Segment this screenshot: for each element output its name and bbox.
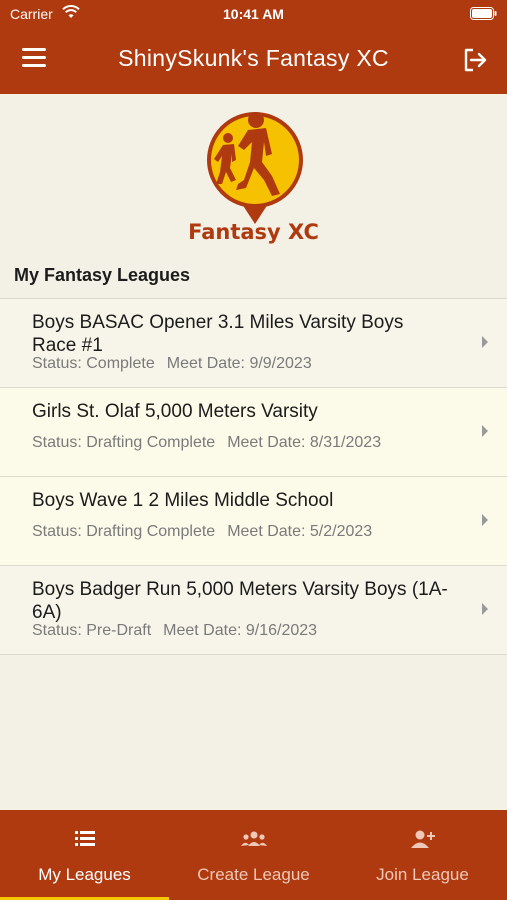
- league-status: Status: Drafting Complete: [32, 434, 216, 451]
- chevron-right-icon: [482, 336, 488, 348]
- league-meta: Status: Drafting Complete Meet Date: 5/2/…: [32, 523, 372, 541]
- league-date: Meet Date: 9/9/2023: [166, 355, 312, 372]
- league-title: Boys Wave 1 2 Miles Middle School: [32, 490, 334, 511]
- league-date: Meet Date: 8/31/2023: [227, 434, 382, 451]
- tab-my-leagues[interactable]: My Leagues: [0, 810, 169, 900]
- league-row[interactable]: Boys BASAC Opener 3.1 Miles Varsity Boys…: [0, 299, 507, 388]
- group-icon: [241, 831, 267, 846]
- league-title: Boys Badger Run 5,000 Meters Varsity Boy…: [32, 579, 448, 623]
- tab-create-league[interactable]: Create League: [169, 810, 338, 900]
- logout-icon[interactable]: [461, 46, 489, 74]
- list-icon: [75, 831, 95, 846]
- league-row[interactable]: Boys Badger Run 5,000 Meters Varsity Boy…: [0, 566, 507, 655]
- chevron-right-icon: [482, 425, 488, 437]
- tab-label: Join League: [376, 865, 469, 884]
- chevron-right-icon: [482, 514, 488, 526]
- league-meta: Status: Drafting Complete Meet Date: 8/31…: [32, 434, 381, 452]
- page-title: ShinySkunk's Fantasy XC: [118, 45, 389, 71]
- league-meta: Status: Complete Meet Date: 9/9/2023: [32, 355, 312, 373]
- league-status: Status: Complete: [32, 355, 155, 372]
- chevron-right-icon: [482, 603, 488, 615]
- league-meta: Status: Pre-Draft Meet Date: 9/16/2023: [32, 622, 317, 640]
- top-bar: Carrier 10:41 AM ShinySkunk's Fantasy XC: [0, 0, 507, 94]
- section-title: My Fantasy Leagues: [14, 265, 191, 285]
- league-date: Meet Date: 5/2/2023: [227, 523, 373, 540]
- menu-button[interactable]: [22, 48, 48, 72]
- league-date: Meet Date: 9/16/2023: [163, 622, 318, 639]
- tab-bar: My Leagues Create League Join League: [0, 810, 507, 900]
- tab-label: My Leagues: [38, 865, 131, 884]
- add-user-icon: [411, 830, 435, 848]
- main-content: Fantasy XC My Fantasy Leagues Boys BASAC…: [0, 94, 507, 810]
- tab-label: Create League: [197, 865, 310, 884]
- hamburger-icon: [22, 48, 46, 51]
- leagues-list: Boys BASAC Opener 3.1 Miles Varsity Boys…: [0, 298, 507, 655]
- tab-join-league[interactable]: Join League: [338, 810, 507, 900]
- league-row[interactable]: Girls St. Olaf 5,000 Meters Varsity Stat…: [0, 388, 507, 477]
- league-status: Status: Pre-Draft: [32, 622, 152, 639]
- league-status: Status: Drafting Complete: [32, 523, 216, 540]
- logo-text: Fantasy XC: [188, 220, 319, 244]
- league-title: Boys BASAC Opener 3.1 Miles Varsity Boys…: [32, 312, 404, 356]
- league-row[interactable]: Boys Wave 1 2 Miles Middle School Status…: [0, 477, 507, 566]
- league-title: Girls St. Olaf 5,000 Meters Varsity: [32, 401, 318, 422]
- clock: 10:41 AM: [223, 6, 284, 22]
- battery-icon: [470, 7, 497, 20]
- nav-bar: ShinySkunk's Fantasy XC: [0, 28, 507, 94]
- status-bar: Carrier 10:41 AM: [0, 0, 507, 28]
